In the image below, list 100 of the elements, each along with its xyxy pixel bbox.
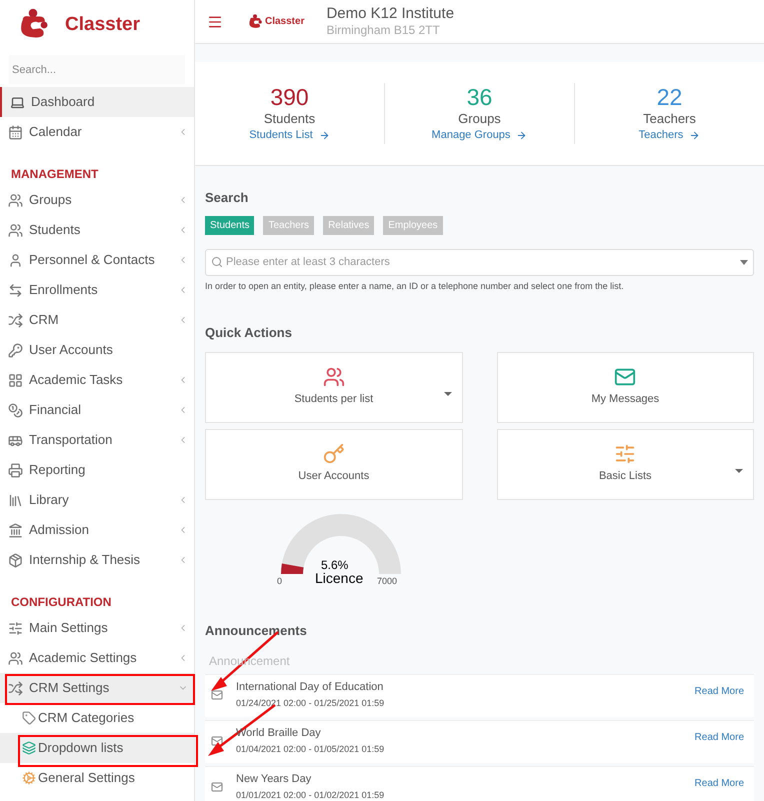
search-icon [211,256,223,268]
gauge-label: Licence [315,570,364,584]
sidebar-item-label: Transportation [29,431,112,450]
sidebar-item[interactable]: Academic Tasks [0,365,194,395]
sidebar-item-label: Internship & Thesis [29,551,140,570]
sidebar-item[interactable]: Students [0,215,194,245]
sidebar-subitem[interactable]: Dropdown lists [0,733,194,763]
sidebar-item[interactable]: Academic Settings [0,643,194,673]
help-text: In order to open an entity, please enter a name, an ID or a telephone number and select one from the list. [205,280,625,293]
box-icon [8,552,23,568]
announcement-row[interactable]: International Day of Education 01/24/2021 02:00 - 01/25/2021 01:59 Read More [205,674,754,717]
announcement-row[interactable]: New Years Day 01/01/2021 02:00 - 01/02/2021 01:59 Read More [205,766,754,801]
sliders-icon [8,620,23,636]
search-field[interactable]: Search... [9,55,185,84]
quick-action-card[interactable]: My Messages [496,352,754,422]
announcement-title: New Years Day [236,773,312,787]
stat-value: 390 [270,83,309,112]
stat-label: Groups [458,111,501,128]
stat-label: Students [264,111,316,128]
logo-icon [247,14,263,30]
sidebar-item[interactable]: Personnel & Contacts [0,245,194,275]
read-more-link[interactable]: Read More [694,776,744,791]
sidebar-item[interactable]: Main Settings [0,613,194,643]
quick-action-label: My Messages [591,392,660,408]
gauge-reading: 5.6% [321,558,348,570]
announcement-title: International Day of Education [236,681,384,695]
sidebar-item[interactable]: Calendar [0,117,194,147]
sidebar-item-label: CRM [29,311,59,330]
sidebar-item[interactable]: Transportation [0,425,194,455]
sidebar-item-label: Enrollments [29,281,98,300]
gauge-min: 0 [277,576,282,586]
sidebar-item[interactable]: Enrollments [0,275,194,305]
arrow-right-icon [689,130,700,141]
sidebar-item-label: Admission [29,521,89,540]
people-icon [8,192,23,208]
sidebar-item[interactable]: Library [0,485,194,515]
calendar-icon [8,124,23,140]
key-icon [8,342,23,358]
sidebar-item-label: Reporting [29,461,86,480]
sidebar-item[interactable]: Admission [0,515,194,545]
caret-icon [740,260,748,264]
sidebar-item[interactable]: Groups [0,185,194,215]
sidebar-item-label: CRM Settings [29,679,110,698]
envelope-icon [211,735,223,747]
sidebar-subitem[interactable]: CRM Categories [0,703,194,733]
shuffle-icon [8,680,23,696]
coins-icon [8,402,23,418]
read-more-link[interactable]: Read More [694,730,744,745]
shuffle-icon [8,312,23,328]
gear-icon [22,771,36,785]
envelope-icon [211,689,223,701]
institute-address: Birmingham B15 2TT [326,23,441,38]
quick-action-card[interactable]: User Accounts [205,428,462,500]
sidebar-subitem[interactable]: General Settings [0,763,194,793]
people-icon [322,366,345,388]
arrow-right-icon [516,130,528,141]
menu-icon[interactable] [207,14,223,30]
sidebar-item-label: Main Settings [29,619,108,638]
stat-value: 22 [656,83,682,112]
stat-link[interactable]: Teachers [638,127,700,144]
sidebar-item-label: Financial [29,401,82,420]
sidebar-item-label: Personnel & Contacts [29,251,155,270]
books-icon [8,492,23,508]
quick-action-label: Students per list [294,392,374,408]
quick-action-label: User Accounts [298,469,370,484]
sidebar-item[interactable]: Financial [0,395,194,425]
stat-label: Teachers [643,111,696,128]
brand-name: Classter [65,12,140,37]
sidebar-item[interactable]: Reporting [0,455,194,485]
arrows-icon [8,282,23,298]
sidebar-item[interactable]: CRM Settings [0,673,194,703]
read-more-link[interactable]: Read More [694,684,744,699]
entity-search-field[interactable]: Please enter at least 3 characters [205,248,754,276]
section-title: Search [205,189,250,207]
sidebar-item-label: General Settings [38,769,135,788]
tag-icon [22,711,36,725]
sidebar-item-label: Academic Tasks [29,371,123,390]
sidebar-item-label: CRM Categories [38,709,134,728]
key-icon [322,443,345,466]
grid-icon [8,372,23,388]
stat-value: 36 [466,83,492,112]
sidebar-item[interactable]: CRM [0,305,194,335]
announcement-dates: 01/01/2021 02:00 - 01/02/2021 01:59 [236,790,384,801]
building-icon [8,522,23,538]
arrow-right-icon [318,130,330,141]
stat-link[interactable]: Manage Groups [432,127,528,144]
brand-name: Classter [265,15,304,29]
stat-link[interactable]: Students List [249,127,330,144]
section-title: Quick Actions [205,324,293,342]
quick-action-card[interactable]: Students per list [205,352,462,422]
sidebar-item-label: Calendar [29,123,82,142]
section-heading: CONFIGURATION [11,594,112,611]
sidebar-item-label: Dashboard [31,93,95,112]
sidebar-item-label: Academic Settings [29,649,137,668]
quick-action-card[interactable]: Basic Lists [496,428,754,500]
sidebar-item[interactable]: Internship & Thesis [0,545,194,575]
sidebar-item-label: Dropdown lists [38,739,124,758]
quick-action-label: Basic Lists [598,469,652,484]
sidebar-item[interactable]: Dashboard [0,87,194,117]
sidebar-item[interactable]: User Accounts [0,335,194,365]
